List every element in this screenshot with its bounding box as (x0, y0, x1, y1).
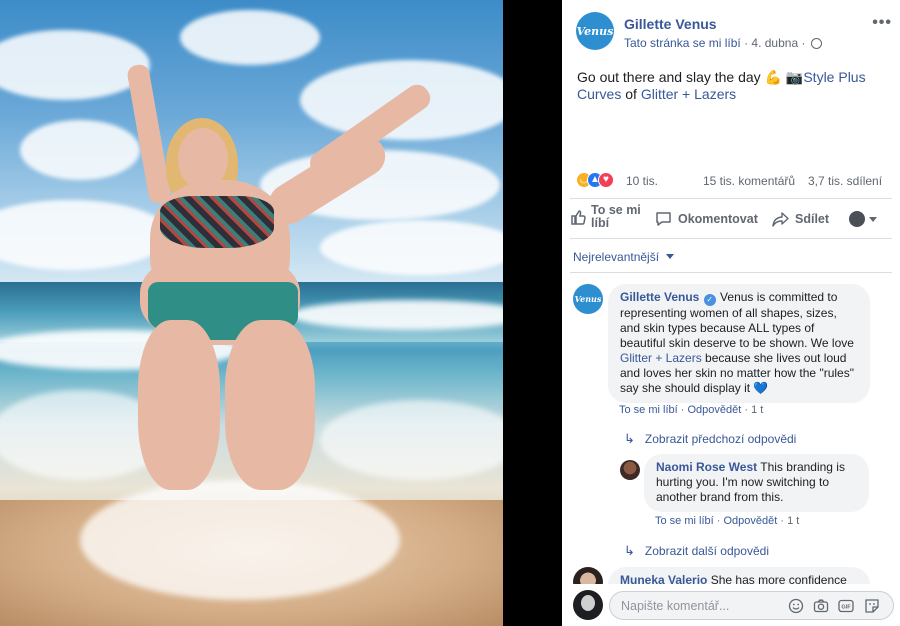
show-more-label: Zobrazit další odpovědi (644, 544, 769, 558)
page-name-link[interactable]: Gillette Venus (624, 16, 717, 32)
love-reaction-icon[interactable]: ♥ (598, 172, 614, 188)
left-leg (138, 320, 220, 490)
show-previous-label: Zobrazit předchozí odpovědi (644, 432, 797, 446)
comment-reply-link[interactable]: Odpovědět (723, 515, 777, 527)
like-label: To se mi líbí (591, 203, 641, 230)
camera-emoji: 📷 (785, 69, 804, 85)
verified-badge-icon: ✓ (703, 294, 716, 306)
like-button[interactable]: To se mi líbí (570, 204, 660, 230)
viewer-gutter (503, 0, 562, 626)
comment-count[interactable]: 15 tis. komentářů (703, 174, 795, 188)
post-text-of: of (625, 86, 637, 102)
comment-bubble: Naomi Rose West This branding is hurting… (644, 454, 869, 512)
flexed-biceps-emoji: 💪 (764, 69, 783, 85)
splash-foam (80, 480, 400, 600)
comment-bubble: Gillette Venus ✓ Venus is committed to r… (608, 284, 870, 403)
reply-arrow-icon: ↳ (624, 431, 635, 446)
reaction-summary: ◡ ▲ ♥ 10 tis. 15 tis. komentářů 3,7 tis.… (576, 170, 892, 190)
post-text: Go out there and slay the day 💪 📷Style P… (577, 69, 887, 103)
comment-box[interactable]: GIF (609, 591, 894, 620)
commenter-avatar[interactable] (620, 460, 640, 480)
thumbs-up-icon (571, 210, 586, 225)
comment-actions: To se mi líbí · Odpovědět · 1 t (655, 515, 799, 527)
share-icon (772, 212, 789, 227)
camera-icon[interactable] (813, 598, 829, 614)
gif-icon[interactable]: GIF (838, 598, 854, 614)
wave-foam (320, 400, 503, 480)
chevron-down-icon (666, 254, 675, 259)
comment-sort-dropdown[interactable]: Nejrelevantnější (573, 250, 675, 264)
right-leg (225, 320, 315, 490)
post-meta: Tato stránka se mi líbí · 4. dubna · (624, 36, 822, 50)
cloud (0, 30, 150, 100)
share-button[interactable]: Sdílet (772, 211, 829, 227)
divider (570, 198, 892, 199)
post-panel: Venus Gillette Venus Tato stránka se mi … (562, 0, 900, 626)
show-more-replies[interactable]: ↳ Zobrazit další odpovědi (624, 543, 769, 559)
comment-like-link[interactable]: To se mi líbí (619, 404, 678, 416)
glitter-lazers-link[interactable]: Glitter + Lazers (620, 351, 702, 365)
post-date[interactable]: 4. dubna (751, 36, 798, 50)
post-actions: To se mi líbí Okomentovat Sdílet (562, 204, 900, 236)
comment-label: Okomentovat (678, 212, 758, 226)
reaction-count[interactable]: 10 tis. (626, 174, 658, 188)
share-count[interactable]: 3,7 tis. sdílení (808, 174, 882, 188)
my-avatar[interactable] (573, 590, 603, 620)
svg-text:GIF: GIF (841, 605, 851, 611)
page-avatar[interactable]: Venus (576, 12, 614, 50)
more-options-icon[interactable]: ••• (872, 14, 892, 32)
comment-author[interactable]: Gillette Venus (620, 290, 699, 304)
post-as-selector[interactable] (849, 211, 877, 227)
post-photo[interactable] (0, 0, 503, 626)
comment-input[interactable] (621, 597, 781, 615)
glitter-lazers-link[interactable]: Glitter + Lazers (641, 86, 736, 102)
commenter-avatar[interactable]: Venus (573, 284, 603, 314)
comment-button[interactable]: Okomentovat (655, 211, 758, 227)
divider (570, 272, 892, 273)
reply-arrow-icon: ↳ (624, 543, 635, 558)
comment-time[interactable]: 1 t (787, 515, 799, 527)
bikini-top (160, 196, 274, 248)
emoji-icon[interactable] (788, 598, 804, 614)
like-page-link[interactable]: Tato stránka se mi líbí (624, 36, 741, 50)
comment-composer: GIF (562, 584, 900, 626)
chevron-down-icon (869, 216, 877, 222)
meta-separator: · (801, 36, 809, 50)
sort-label: Nejrelevantnější (573, 250, 660, 264)
comment-icon (656, 212, 671, 226)
cloud (180, 10, 320, 65)
blue-heart-emoji: 💙 (753, 381, 769, 395)
cloud (20, 120, 140, 180)
left-arm (126, 63, 172, 205)
sticker-icon[interactable] (864, 598, 880, 614)
divider (570, 238, 892, 239)
globe-icon (810, 38, 822, 49)
comment-like-link[interactable]: To se mi líbí (655, 515, 714, 527)
profile-avatar (849, 211, 865, 227)
cloud (320, 220, 503, 275)
venus-logo: Venus (574, 294, 602, 304)
comment-author[interactable]: Naomi Rose West (656, 460, 757, 474)
post-header: Venus Gillette Venus Tato stránka se mi … (576, 12, 892, 56)
comment-actions: To se mi líbí · Odpovědět · 1 t (619, 404, 763, 416)
comment-reply-link[interactable]: Odpovědět (687, 404, 741, 416)
show-previous-replies[interactable]: ↳ Zobrazit předchozí odpovědi (624, 431, 796, 447)
comment-time[interactable]: 1 t (751, 404, 763, 416)
venus-logo: Venus (576, 24, 614, 38)
post-text-body: Go out there and slay the day (577, 69, 761, 85)
cloud (0, 200, 170, 270)
share-label: Sdílet (795, 212, 830, 226)
